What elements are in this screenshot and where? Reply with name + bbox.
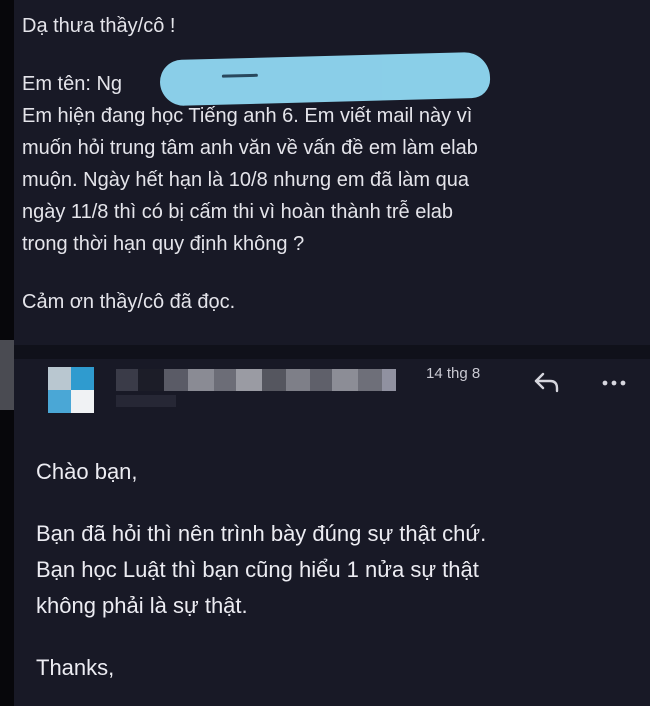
reply-greeting: Chào bạn,: [36, 459, 138, 484]
reply-body-line: không phải là sự thật.: [36, 593, 248, 618]
reply-arrow-icon[interactable]: [532, 369, 562, 395]
message-divider: [14, 345, 650, 359]
reply-body-line: Bạn đã hỏi thì nên trình bày đúng sự thậ…: [36, 521, 487, 546]
student-body-line: muộn. Ngày hết hạn là 10/8 nhưng em đã l…: [22, 169, 470, 191]
student-body-line: ngày 11/8 thì có bị cấm thi vì hoàn thàn…: [22, 201, 454, 223]
redaction-scribble: [221, 73, 258, 78]
reply-message: Chào bạn, Bạn đã hỏi thì nên trình bày đ…: [36, 454, 636, 686]
reply-body-line: Bạn học Luật thì bạn cũng hiểu 1 nửa sự …: [36, 557, 479, 582]
reply-header: 14 thg 8: [14, 359, 650, 419]
student-body-line: trong thời hạn quy định không ?: [22, 233, 305, 255]
student-closing: Cảm ơn thầy/cô đã đọc.: [22, 291, 236, 313]
name-redaction: [159, 51, 491, 107]
left-edge-marker: [0, 340, 14, 410]
reply-signoff: Thanks,: [36, 655, 115, 680]
message-date: 14 thg 8: [426, 365, 481, 382]
more-horizontal-icon[interactable]: [600, 369, 628, 395]
avatar[interactable]: [48, 367, 94, 413]
student-body-line: Em hiện đang học Tiếng anh 6. Em viết ma…: [22, 105, 473, 127]
sender-email-blurred: [116, 395, 176, 407]
sender-name-blurred: [116, 369, 396, 391]
student-greeting: Dạ thưa thầy/cô !: [22, 15, 176, 37]
student-body-line: muốn hỏi trung tâm anh văn về vấn đề em …: [22, 137, 478, 159]
